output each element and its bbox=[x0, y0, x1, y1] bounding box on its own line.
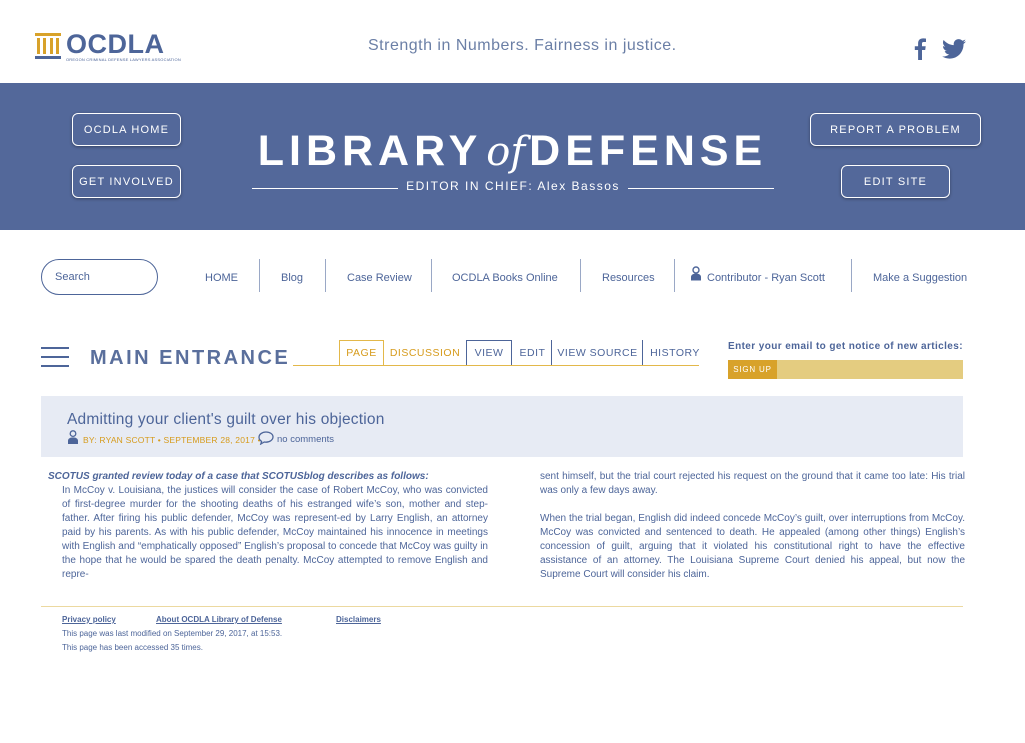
editor-in-chief-label: EDITOR IN CHIEF: Alex Bassos bbox=[398, 179, 628, 193]
nav-divider bbox=[325, 259, 326, 292]
tab-view-source[interactable]: VIEW SOURCE bbox=[553, 340, 643, 365]
access-count-note: This page has been accessed 35 times. bbox=[62, 643, 203, 652]
article-paragraph: When the trial began, English did indeed… bbox=[540, 513, 965, 580]
ocdla-logo[interactable]: OCDLA OREGON CRIMINAL DEFENSE LAWYERS AS… bbox=[35, 29, 181, 64]
nav-divider bbox=[259, 259, 260, 292]
nav-blog[interactable]: Blog bbox=[281, 272, 303, 284]
site-tagline: Strength in Numbers. Fairness in justice… bbox=[368, 37, 677, 54]
last-modified-note: This page was last modified on September… bbox=[62, 629, 283, 638]
article-column-2: sent himself, but the trial court reject… bbox=[540, 470, 965, 596]
twitter-icon[interactable] bbox=[942, 39, 966, 59]
about-link[interactable]: About OCDLA Library of Defense bbox=[156, 615, 282, 624]
tab-page[interactable]: PAGE bbox=[339, 340, 384, 365]
library-banner: OCDLA HOME GET INVOLVED REPORT A PROBLEM… bbox=[0, 83, 1025, 230]
nav-home[interactable]: HOME bbox=[205, 272, 238, 284]
edit-site-button[interactable]: EDIT SITE bbox=[841, 165, 950, 198]
tab-edit[interactable]: EDIT bbox=[514, 340, 552, 365]
tab-view[interactable]: VIEW bbox=[466, 340, 512, 365]
user-icon bbox=[691, 266, 701, 281]
nav-divider bbox=[674, 259, 675, 292]
nav-make-suggestion[interactable]: Make a Suggestion bbox=[873, 272, 967, 284]
article-paragraph: In McCoy v. Louisiana, the justices will… bbox=[62, 485, 488, 580]
nav-divider bbox=[580, 259, 581, 292]
comments-link[interactable]: no comments bbox=[277, 434, 334, 445]
nav-resources[interactable]: Resources bbox=[602, 272, 655, 284]
nav-case-review[interactable]: Case Review bbox=[347, 272, 412, 284]
tab-history[interactable]: HISTORY bbox=[646, 340, 704, 365]
editor-in-chief: EDITOR IN CHIEF: Alex Bassos bbox=[252, 179, 774, 197]
article-paragraph: sent himself, but the trial court reject… bbox=[540, 471, 965, 496]
hamburger-menu-icon[interactable] bbox=[41, 347, 69, 367]
article-byline: BY: RYAN SCOTT • SEPTEMBER 28, 2017 • bbox=[83, 435, 261, 445]
nav-divider bbox=[431, 259, 432, 292]
ocdla-logo-icon bbox=[35, 33, 61, 59]
privacy-policy-link[interactable]: Privacy policy bbox=[62, 615, 116, 624]
user-icon bbox=[68, 430, 78, 444]
facebook-icon[interactable] bbox=[912, 38, 928, 60]
email-field[interactable] bbox=[777, 360, 963, 379]
ocdla-home-button[interactable]: OCDLA HOME bbox=[72, 113, 181, 146]
logo-subtext: OREGON CRIMINAL DEFENSE LAWYERS ASSOCIAT… bbox=[66, 57, 181, 62]
report-problem-button[interactable]: REPORT A PROBLEM bbox=[810, 113, 981, 146]
disclaimers-link[interactable]: Disclaimers bbox=[336, 615, 381, 624]
subscribe-notice: Enter your email to get notice of new ar… bbox=[728, 341, 963, 352]
get-involved-button[interactable]: GET INVOLVED bbox=[72, 165, 181, 198]
nav-divider bbox=[851, 259, 852, 292]
library-title: LIBRARY ofDEFENSE bbox=[250, 127, 775, 176]
page-title: MAIN ENTRANCE bbox=[90, 347, 291, 369]
nav-contributor[interactable]: Contributor - Ryan Scott bbox=[707, 272, 825, 284]
title-of: of bbox=[486, 129, 526, 175]
footer-divider bbox=[41, 606, 963, 607]
article-title[interactable]: Admitting your client's guilt over his o… bbox=[67, 411, 385, 429]
logo-text: OCDLA bbox=[66, 29, 165, 59]
article-lead: SCOTUS granted review today of a case th… bbox=[48, 471, 429, 482]
search-input[interactable]: Search bbox=[41, 259, 158, 295]
tab-discussion[interactable]: DISCUSSION bbox=[388, 340, 462, 365]
tabs-underline bbox=[293, 365, 699, 366]
comment-bubble-icon bbox=[258, 431, 274, 445]
article-column-1: SCOTUS granted review today of a case th… bbox=[48, 470, 488, 582]
nav-ocdla-books[interactable]: OCDLA Books Online bbox=[452, 272, 558, 284]
title-defense: DEFENSE bbox=[529, 127, 768, 175]
article-header: Admitting your client's guilt over his o… bbox=[41, 396, 963, 457]
title-library: LIBRARY bbox=[257, 127, 483, 175]
sign-up-button[interactable]: SIGN UP bbox=[728, 360, 777, 379]
